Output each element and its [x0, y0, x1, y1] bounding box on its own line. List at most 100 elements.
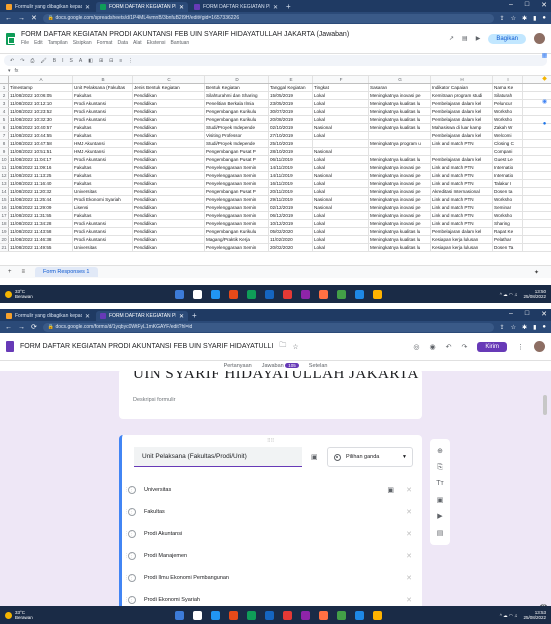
extensions-icon[interactable]: ✱: [522, 15, 527, 22]
profile-icon[interactable]: ●: [542, 15, 546, 22]
print-icon[interactable]: ⎙: [30, 58, 34, 64]
table-cell[interactable]: Worksho: [493, 196, 523, 203]
table-cell[interactable]: Guest Le: [493, 156, 523, 163]
table-cell[interactable]: Pengembangan Pusat P: [205, 188, 269, 195]
table-cell[interactable]: 11/02/2020: [269, 236, 313, 243]
form-description[interactable]: Deskripsi formulir: [133, 397, 175, 403]
row-number[interactable]: 19: [0, 228, 9, 235]
table-cell[interactable]: Penyelenggaraan Semin: [205, 220, 269, 227]
table-cell[interactable]: Penelitian Berkala Ilmia: [205, 100, 269, 107]
table-cell[interactable]: Sharing: [493, 220, 523, 227]
remove-option-icon[interactable]: ✕: [406, 574, 412, 582]
col-letter[interactable]: F: [313, 76, 369, 83]
table-cell[interactable]: 10/12/2019: [269, 220, 313, 227]
row-number[interactable]: 5: [0, 116, 9, 123]
title-icon[interactable]: Tт: [436, 480, 443, 487]
contacts-icon[interactable]: ●: [543, 121, 547, 127]
taskbar-app-icon[interactable]: [301, 610, 310, 620]
maximize-icon[interactable]: □: [525, 310, 529, 318]
table-cell[interactable]: Kemitraan program studi: [431, 92, 493, 99]
table-cell[interactable]: Pembelajaran dalam kel: [431, 108, 493, 115]
col-letter[interactable]: C: [133, 76, 205, 83]
table-cell[interactable]: Kesiapan kerja lulusan: [431, 236, 493, 243]
table-cell[interactable]: Lokal: [313, 244, 369, 251]
more-icon[interactable]: ⋮: [128, 58, 133, 64]
row-number[interactable]: 13: [0, 180, 9, 187]
more-icon[interactable]: ⋮: [517, 343, 524, 351]
option-label[interactable]: Universitas: [144, 487, 171, 493]
menu-help[interactable]: Bantuan: [171, 40, 190, 46]
calendar-icon[interactable]: ▦: [542, 52, 548, 59]
table-cell[interactable]: Meningkatnya kualitas lu: [369, 244, 431, 251]
sidebar-icon[interactable]: ▮: [533, 15, 536, 22]
table-cell[interactable]: Penyelenggaraan Semin: [205, 212, 269, 219]
tray-icons[interactable]: ^ ☁ ◠ ♫: [500, 613, 518, 618]
taskbar-app-icon[interactable]: [337, 289, 346, 299]
align-icon[interactable]: ≡: [119, 58, 122, 64]
row-number[interactable]: 12: [0, 172, 9, 179]
undo-icon[interactable]: ↶: [10, 58, 14, 64]
image-icon[interactable]: ▣: [311, 453, 318, 461]
palette-icon[interactable]: ◎: [413, 343, 419, 351]
option-item[interactable]: ⋮⋮ Prodi Manajemen ✕: [124, 545, 416, 567]
menu-extensions[interactable]: Ekstensi: [147, 40, 166, 46]
table-cell[interactable]: Prodi Akuntansi: [73, 156, 133, 163]
table-cell[interactable]: Welcomi: [493, 132, 523, 139]
header-cell[interactable]: Timestamp: [9, 84, 73, 91]
row-number[interactable]: 10: [0, 156, 9, 163]
table-cell[interactable]: Penyelenggaraan Semin: [205, 196, 269, 203]
table-cell[interactable]: Pendidikan: [133, 148, 205, 155]
table-cell[interactable]: Pendidikan: [133, 100, 205, 107]
table-cell[interactable]: Meningkatnya kualitas lu: [369, 124, 431, 131]
header-cell[interactable]: Sasaran: [369, 84, 431, 91]
table-cell[interactable]: Pendidikan: [133, 124, 205, 131]
remove-option-icon[interactable]: ✕: [406, 486, 412, 494]
taskbar-app-icon[interactable]: [283, 610, 292, 620]
table-cell[interactable]: Meningkatnya kualitas lu: [369, 156, 431, 163]
table-cell[interactable]: Prodi Akuntansi: [73, 228, 133, 235]
row-number[interactable]: 8: [0, 140, 9, 147]
table-cell[interactable]: 11/08/2022 11:49:55: [9, 244, 73, 251]
col-letter[interactable]: I: [493, 76, 523, 83]
table-cell[interactable]: Meningkatnya kualitas lu: [369, 116, 431, 123]
table-cell[interactable]: Akreditasi Internasional: [431, 188, 493, 195]
table-cell[interactable]: Visiting Professor: [205, 132, 269, 139]
table-cell[interactable]: Prodi Akuntansi: [73, 100, 133, 107]
formula-bar[interactable]: ▾ fx: [0, 67, 551, 76]
header-cell[interactable]: Nama Ke: [493, 84, 523, 91]
fill-color-icon[interactable]: ◧: [88, 58, 93, 64]
undo-icon[interactable]: ↶: [446, 343, 452, 351]
table-cell[interactable]: Dosen ta: [493, 188, 523, 195]
table-cell[interactable]: Lisensi: [73, 204, 133, 211]
preview-icon[interactable]: ◉: [429, 343, 435, 351]
share-icon[interactable]: ⇪: [500, 324, 505, 331]
table-cell[interactable]: 25/10/2019: [269, 140, 313, 147]
table-cell[interactable]: 11/08/2022 11:25:44: [9, 196, 73, 203]
table-cell[interactable]: Prodi Akuntansi: [73, 220, 133, 227]
table-cell[interactable]: Fakultas: [73, 92, 133, 99]
table-cell[interactable]: Pengembangan Pusat P: [205, 148, 269, 155]
taskbar-app-icon[interactable]: [301, 289, 310, 299]
table-cell[interactable]: Fakultas: [73, 212, 133, 219]
table-cell[interactable]: 15/05/2019: [269, 92, 313, 99]
tab-questions[interactable]: Pertanyaan: [224, 363, 252, 371]
table-cell[interactable]: Pendidikan: [133, 244, 205, 251]
taskbar-app-icon[interactable]: [337, 610, 346, 620]
table-cell[interactable]: Penyelenggaraan Semin: [205, 204, 269, 211]
table-cell[interactable]: Pengembangan Kurikulu: [205, 228, 269, 235]
table-cell[interactable]: 30/07/2019: [269, 108, 313, 115]
taskbar-app-icon[interactable]: [229, 289, 238, 299]
taskbar-app-icon[interactable]: [247, 289, 256, 299]
table-cell[interactable]: 11/08/2022 11:46:38: [9, 236, 73, 243]
sheet-tab-form-responses[interactable]: Form Responses 1: [35, 267, 98, 277]
row-number[interactable]: 18: [0, 220, 9, 227]
table-cell[interactable]: Universitas: [73, 188, 133, 195]
weather-widget[interactable]: 33°C Berawan: [5, 610, 65, 620]
document-title[interactable]: FORM DAFTAR KEGIATAN PRODI AKUNTANSI FEB…: [21, 31, 349, 38]
taskbar-app-icon[interactable]: [175, 610, 184, 620]
add-question-icon[interactable]: ⊕: [437, 447, 443, 455]
drag-handle-icon[interactable]: ⋮⋮: [124, 575, 134, 581]
star-icon[interactable]: ☆: [511, 15, 516, 22]
form-title[interactable]: FORM DAFTAR KEGIATAN PRODI AKUNTANSI FEB…: [20, 343, 273, 350]
table-cell[interactable]: Pembelajaran dalam kel: [431, 132, 493, 139]
